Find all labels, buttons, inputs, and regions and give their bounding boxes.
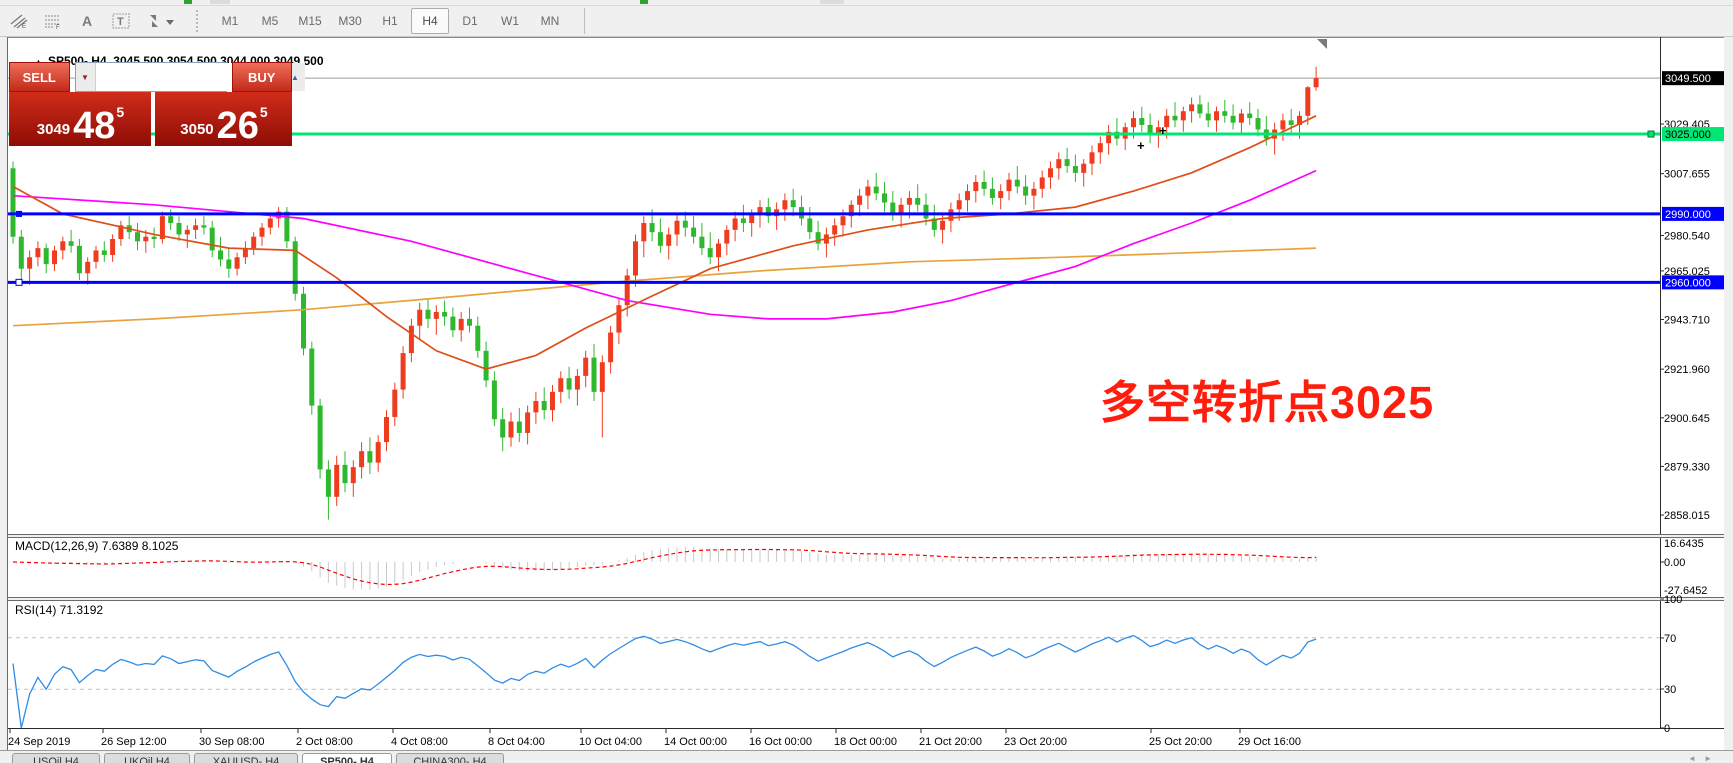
time-axis-label: 8 Oct 04:00 [488, 736, 545, 748]
svg-text:3007.655: 3007.655 [1664, 169, 1710, 181]
svg-text:2879.330: 2879.330 [1664, 461, 1710, 473]
chart-annotation[interactable]: 多空转折点3025 [1100, 366, 1434, 431]
volume-spinner: ▼ ▲ [75, 62, 227, 92]
svg-text:F: F [56, 25, 60, 29]
cross-marker: + [1137, 138, 1145, 153]
chart-tab-china300[interactable]: CHINA300-,H4 [396, 753, 504, 763]
chart-tab-ukoil[interactable]: UKOil,H4 [104, 753, 190, 763]
sell-button[interactable]: SELL [9, 62, 70, 92]
time-axis-label: 16 Oct 00:00 [749, 736, 812, 748]
toolbar-grip[interactable] [196, 10, 202, 32]
timeframe-w1-button[interactable]: W1 [491, 8, 529, 34]
toolbar-remnant-icon [640, 0, 648, 4]
sell-price-points: 48 [73, 110, 115, 142]
timeframe-m15-button[interactable]: M15 [291, 8, 329, 34]
svg-text:2980.540: 2980.540 [1664, 230, 1710, 242]
svg-text:2900.645: 2900.645 [1664, 413, 1710, 425]
svg-text:2858.015: 2858.015 [1664, 510, 1710, 522]
toolbar-separator [584, 8, 585, 34]
arrows-tool-icon[interactable] [140, 8, 182, 34]
volume-decrease-button[interactable]: ▼ [76, 63, 96, 91]
buy-price-figure: 3050 [180, 121, 213, 138]
svg-text:70: 70 [1664, 633, 1676, 645]
svg-text:30: 30 [1664, 684, 1676, 696]
timeframe-m5-button[interactable]: M5 [251, 8, 289, 34]
tab-scroll-arrows-icon[interactable]: ◄ ► [1688, 754, 1715, 763]
svg-text:0: 0 [1664, 723, 1670, 735]
svg-text:0.00: 0.00 [1664, 557, 1685, 569]
macd-histogram [13, 547, 1316, 590]
chart-window[interactable]: 3029.4053007.6552980.5402965.0252943.710… [7, 37, 1724, 750]
time-axis-label: 30 Sep 08:00 [199, 736, 264, 748]
time-axis-label: 25 Oct 20:00 [1149, 736, 1212, 748]
timeframe-h4-button[interactable]: H4 [411, 8, 449, 34]
chart-tab-bar: USOil,H4 UKOil,H4 XAUUSD-,H4 SP500-,H4 C… [0, 750, 1733, 763]
time-axis-label: 21 Oct 20:00 [919, 736, 982, 748]
time-axis-label: 24 Sep 2019 [8, 736, 70, 748]
svg-text:3049.500: 3049.500 [1665, 73, 1711, 85]
toolbar-remnant-icon [820, 0, 844, 4]
svg-text:100: 100 [1664, 594, 1682, 606]
drawing-and-timeframe-toolbar: E F A T M1 M5 M15 M30 H1 H4 D1 W1 MN [0, 6, 1733, 37]
toolbar-remnant-icon [210, 0, 230, 4]
equidistant-channel-tool-icon[interactable]: E [4, 8, 34, 34]
svg-text:2943.710: 2943.710 [1664, 315, 1710, 327]
time-axis-label: 10 Oct 04:00 [579, 736, 642, 748]
sell-price-pip: 5 [116, 104, 124, 120]
buy-button[interactable]: BUY [232, 62, 293, 92]
svg-text:2960.000: 2960.000 [1665, 277, 1711, 289]
rsi-indicator-label: RSI(14) 71.3192 [15, 603, 103, 617]
time-axis-label: 14 Oct 00:00 [664, 736, 727, 748]
sell-price-figure: 3049 [37, 121, 70, 138]
fibonacci-tool-icon[interactable]: F [38, 8, 68, 34]
svg-text:E: E [22, 24, 26, 29]
window-right-edge [1724, 37, 1733, 763]
chart-tab-sp500[interactable]: SP500-,H4 [302, 753, 392, 763]
buy-price-display[interactable]: 3050 26 5 [155, 92, 292, 146]
chart-tab-usoil[interactable]: USOil,H4 [12, 753, 100, 763]
buy-price-pip: 5 [260, 104, 268, 120]
ma-slow-line [13, 248, 1316, 326]
svg-text:2990.000: 2990.000 [1665, 209, 1711, 221]
time-axis-label: 23 Oct 20:00 [1004, 736, 1067, 748]
svg-text:16.6435: 16.6435 [1664, 538, 1704, 550]
macd-signal-line [13, 550, 1316, 585]
chart-tab-xauusd[interactable]: XAUUSD-,H4 [194, 753, 298, 763]
timeframe-m1-button[interactable]: M1 [211, 8, 249, 34]
timeframe-mn-button[interactable]: MN [531, 8, 569, 34]
text-tool-icon[interactable]: A [72, 8, 102, 34]
svg-text:3025.000: 3025.000 [1665, 129, 1711, 141]
buy-price-points: 26 [217, 110, 259, 142]
terminal-window: E F A T M1 M5 M15 M30 H1 H4 D1 W1 MN 302… [0, 0, 1733, 763]
timeframe-d1-button[interactable]: D1 [451, 8, 489, 34]
rsi-line [13, 636, 1316, 729]
time-axis-label: 29 Oct 16:00 [1238, 736, 1301, 748]
time-axis-label: 26 Sep 12:00 [101, 736, 166, 748]
toolbar-remnant-icon [184, 0, 192, 4]
time-axis-label: 18 Oct 00:00 [834, 736, 897, 748]
timeframe-h1-button[interactable]: H1 [371, 8, 409, 34]
timeframe-m30-button[interactable]: M30 [331, 8, 369, 34]
macd-indicator-label: MACD(12,26,9) 7.6389 8.1025 [15, 539, 178, 553]
one-click-trade-panel: SELL ▼ ▲ BUY 3049 48 5 3050 26 5 [9, 62, 292, 146]
svg-text:T: T [117, 16, 124, 28]
cross-marker: + [1159, 123, 1167, 138]
time-axis-label: 2 Oct 08:00 [296, 736, 353, 748]
svg-text:2921.960: 2921.960 [1664, 364, 1710, 376]
time-axis-label: 4 Oct 08:00 [391, 736, 448, 748]
text-label-tool-icon[interactable]: T [106, 8, 136, 34]
sell-price-display[interactable]: 3049 48 5 [9, 92, 151, 146]
ma-fast-line [13, 116, 1316, 369]
chart-shift-marker [1317, 39, 1327, 49]
